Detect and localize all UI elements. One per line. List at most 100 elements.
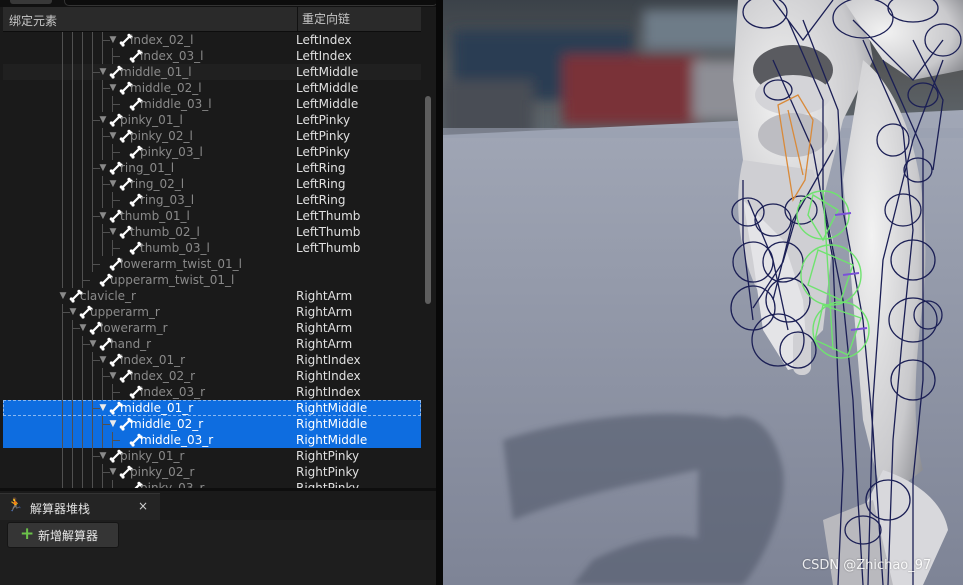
expand-arrow-icon[interactable]: ▼ [98,112,108,128]
bone-name: thumb_01_l [120,209,190,223]
tree-row[interactable]: ▼ middle_01_r RightMiddle [3,400,421,416]
retarget-chain-value[interactable]: LeftPinky [296,112,350,128]
expand-arrow-icon[interactable]: ▼ [98,448,108,464]
retarget-chain-value[interactable]: LeftThumb [296,240,360,256]
tree-scrollbar[interactable] [425,96,431,304]
expand-arrow-icon[interactable]: ▼ [98,64,108,80]
3d-viewport[interactable] [443,0,963,585]
retarget-chain-value[interactable]: LeftMiddle [296,96,358,112]
expand-arrow-icon[interactable]: ▼ [98,400,108,416]
expand-arrow-icon[interactable]: ▼ [108,224,118,240]
expand-arrow-icon[interactable]: ▼ [108,464,118,480]
expand-arrow-icon[interactable]: ▼ [108,368,118,384]
tree-row[interactable]: lowerarm_twist_01_l [3,256,421,272]
retarget-chain-value[interactable]: LeftRing [296,176,345,192]
retarget-chain-value[interactable]: LeftThumb [296,224,360,240]
panel-splitter[interactable] [436,0,443,585]
tree-row[interactable]: ▼ pinky_02_l LeftPinky [3,128,421,144]
bone-name: middle_01_r [120,401,194,415]
search-bar[interactable] [64,0,438,6]
tree-row[interactable]: ▼ index_01_r RightIndex [3,352,421,368]
expand-arrow-icon[interactable]: ▼ [88,336,98,352]
column-header-bound-element[interactable]: 绑定元素 [9,12,57,29]
expand-arrow-icon[interactable]: ▼ [108,32,118,48]
tree-row[interactable]: ▼ pinky_02_r RightPinky [3,464,421,480]
retarget-chain-value[interactable]: RightArm [296,304,352,320]
expand-arrow-icon[interactable]: ▼ [98,208,108,224]
retarget-chain-value[interactable]: LeftPinky [296,128,350,144]
tree-row[interactable]: middle_03_l LeftMiddle [3,96,421,112]
retarget-chain-value[interactable]: LeftMiddle [296,64,358,80]
retarget-chain-value[interactable]: RightPinky [296,464,359,480]
tree-row[interactable]: index_03_r RightIndex [3,384,421,400]
tree-row[interactable]: ▼ pinky_01_r RightPinky [3,448,421,464]
tree-guide-line [62,480,63,488]
retarget-chain-value[interactable]: RightMiddle [296,416,367,432]
tree-row[interactable]: ▼ clavicle_r RightArm [3,288,421,304]
tree-guide-line [102,144,103,160]
expand-arrow-icon[interactable]: ▼ [78,320,88,336]
tree-row[interactable]: ▼ thumb_01_l LeftThumb [3,208,421,224]
tree-row[interactable]: index_03_l LeftIndex [3,48,421,64]
tree-row[interactable]: ▼ upperarm_r RightArm [3,304,421,320]
bone-name: index_03_l [140,49,204,63]
tree-row[interactable]: ▼ lowerarm_r RightArm [3,320,421,336]
retarget-chain-value[interactable]: RightIndex [296,352,361,368]
tree-row[interactable]: ▼ middle_02_l LeftMiddle [3,80,421,96]
retarget-chain-value[interactable]: LeftPinky [296,144,350,160]
tree-row[interactable]: pinky_03_r RightPinky [3,480,421,488]
retarget-chain-value[interactable]: LeftMiddle [296,80,358,96]
expand-arrow-icon[interactable]: ▼ [108,176,118,192]
expand-arrow-icon[interactable]: ▼ [98,160,108,176]
tree-guide-line [72,48,73,64]
watermark-text: CSDN @Zhichao_97 [802,558,932,573]
tree-row[interactable]: ▼ pinky_01_l LeftPinky [3,112,421,128]
expand-arrow-icon[interactable]: ▼ [108,416,118,432]
add-solver-button[interactable]: + 新增解算器 [7,522,119,548]
bone-name: ring_01_l [120,161,175,175]
tree-row[interactable]: ▼ thumb_02_l LeftThumb [3,224,421,240]
tree-row[interactable]: ▼ index_02_l LeftIndex [3,32,421,48]
tree-row[interactable]: ring_03_l LeftRing [3,192,421,208]
retarget-chain-value[interactable]: RightIndex [296,368,361,384]
tree-row[interactable]: ▼ ring_02_l LeftRing [3,176,421,192]
retarget-chain-value[interactable]: LeftIndex [296,32,352,48]
tree-guide-line [72,432,73,448]
expand-arrow-icon[interactable]: ▼ [108,80,118,96]
retarget-chain-value[interactable]: LeftIndex [296,48,352,64]
tree-guide-line [72,96,73,112]
expand-arrow-icon[interactable]: ▼ [98,352,108,368]
toolbar-button[interactable] [10,0,52,4]
retarget-chain-value[interactable]: LeftRing [296,192,345,208]
column-header-retarget-chain[interactable]: 重定向链 [297,7,350,31]
retarget-chain-value[interactable]: LeftRing [296,160,345,176]
expand-arrow-icon[interactable]: ▼ [68,304,78,320]
tree-row[interactable]: ▼ hand_r RightArm [3,336,421,352]
tree-row[interactable]: middle_03_r RightMiddle [3,432,421,448]
expand-arrow-icon[interactable]: ▼ [108,128,118,144]
tree-row[interactable]: thumb_03_l LeftThumb [3,240,421,256]
tree-row[interactable]: ▼ middle_02_r RightMiddle [3,416,421,432]
tree-guide-line [62,160,63,176]
bone-name: upperarm_twist_01_l [110,273,235,287]
expand-arrow-icon[interactable]: ▼ [58,288,68,304]
tree-row[interactable]: upperarm_twist_01_l [3,272,421,288]
tree-guide-line [72,480,73,488]
tree-guide-line [62,48,63,64]
retarget-chain-value[interactable]: LeftThumb [296,208,360,224]
close-icon[interactable]: × [138,499,148,513]
retarget-chain-value[interactable]: RightArm [296,288,352,304]
retarget-chain-value[interactable]: RightMiddle [296,400,367,416]
tree-guide-line [62,416,63,432]
tree-row[interactable]: ▼ middle_01_l LeftMiddle [3,64,421,80]
tree-row[interactable]: ▼ index_02_r RightIndex [3,368,421,384]
retarget-chain-value[interactable]: RightArm [296,320,352,336]
tree-row[interactable]: pinky_03_l LeftPinky [3,144,421,160]
solver-stack-tab[interactable]: 🏃 解算器堆栈 × [0,493,160,521]
retarget-chain-value[interactable]: RightPinky [296,480,359,488]
retarget-chain-value[interactable]: RightArm [296,336,352,352]
retarget-chain-value[interactable]: RightMiddle [296,432,367,448]
tree-row[interactable]: ▼ ring_01_l LeftRing [3,160,421,176]
retarget-chain-value[interactable]: RightPinky [296,448,359,464]
retarget-chain-value[interactable]: RightIndex [296,384,361,400]
